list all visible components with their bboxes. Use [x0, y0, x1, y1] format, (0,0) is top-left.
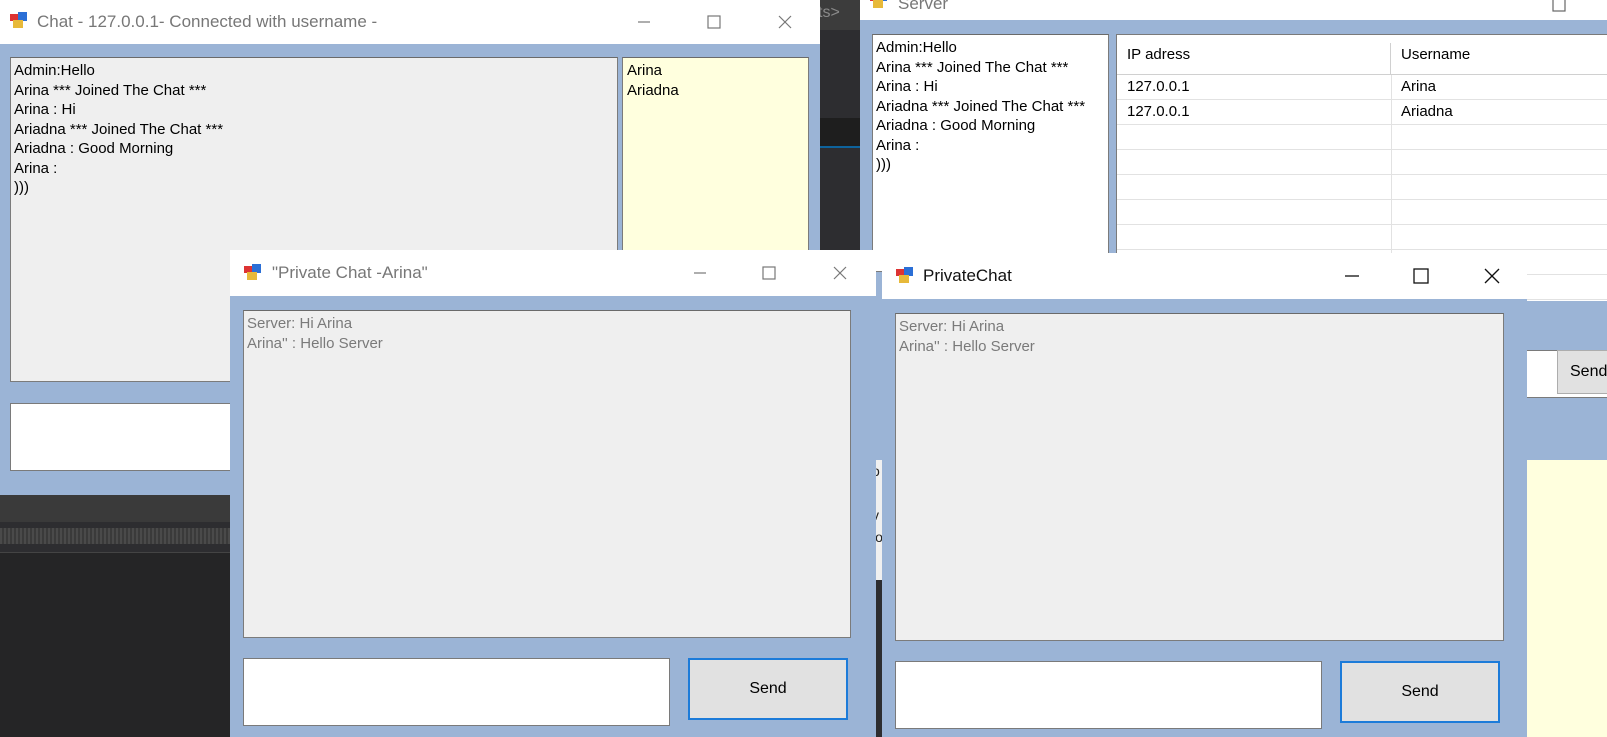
grid-cell-username[interactable]: Arina — [1391, 75, 1607, 99]
chat-titlebar: Chat - 127.0.0.1- Connected with usernam… — [0, 0, 820, 44]
private-chat-arina-titlebar: "Private Chat -Arina" — [230, 250, 876, 296]
grid-cell-username[interactable]: Ariadna — [1391, 100, 1607, 124]
send-label: Send — [749, 680, 787, 697]
private-chat-send-button[interactable]: Send — [1340, 661, 1500, 723]
maximize-icon[interactable] — [691, 0, 737, 44]
private-chat-log[interactable]: Server: Hi Arina Arina'' : Hello Server — [243, 310, 851, 638]
private-chat-log[interactable]: Server: Hi Arina Arina'' : Hello Server — [895, 313, 1504, 641]
private-chat-titlebar: PrivateChat — [882, 253, 1527, 299]
close-icon[interactable] — [762, 0, 808, 44]
log-line: Arina *** Joined The Chat *** — [14, 81, 207, 99]
send-label: Send — [1401, 683, 1439, 700]
user-list[interactable]: Arina Ariadna — [622, 57, 809, 257]
chat-title: Chat - 127.0.0.1- Connected with usernam… — [37, 12, 378, 31]
grid-cell-ip[interactable]: 127.0.0.1 — [1117, 100, 1391, 124]
log-line: Arina'' : Hello Server — [247, 334, 383, 352]
private-chat-window: PrivateChat Server: Hi Arina Arina'' : H… — [882, 253, 1527, 737]
grid-header-ip[interactable]: IP adress — [1117, 43, 1391, 75]
log-line: Arina : — [14, 159, 58, 177]
user-list-item[interactable]: Ariadna — [627, 81, 805, 101]
log-line: ))) — [14, 179, 29, 196]
log-line: Ariadna : Good Morning — [876, 117, 1036, 134]
ide-dotted-strip — [0, 528, 240, 544]
server-send-label: Send — [1570, 363, 1607, 380]
server-log[interactable]: Admin:Hello Arina *** Joined The Chat **… — [872, 34, 1109, 272]
minimize-icon[interactable] — [621, 0, 667, 44]
private-chat-title: PrivateChat — [923, 266, 1012, 285]
log-line: Arina *** Joined The Chat *** — [876, 58, 1069, 76]
log-line: Arina : Hi — [14, 101, 76, 118]
close-icon[interactable] — [817, 250, 863, 296]
app-icon — [244, 264, 262, 280]
app-icon — [870, 0, 888, 8]
server-lower-panel — [1520, 460, 1607, 737]
private-chat-message-input[interactable] — [895, 661, 1322, 729]
log-line: Server: Hi Arina — [247, 315, 353, 332]
private-chat-arina-title: "Private Chat -Arina" — [272, 263, 428, 282]
log-line: Admin:Hello — [876, 39, 957, 56]
server-title: Server — [898, 0, 949, 13]
server-send-button[interactable]: Send — [1557, 350, 1607, 394]
log-line: Ariadna : Good Morning — [14, 140, 174, 157]
log-line: Ariadna *** Joined The Chat *** — [14, 120, 224, 138]
private-chat-arina-window: "Private Chat -Arina" Server: Hi Arina A… — [230, 250, 876, 737]
minimize-icon[interactable] — [1329, 253, 1375, 299]
log-line: Ariadna *** Joined The Chat *** — [876, 97, 1086, 115]
user-list-item[interactable]: Arina — [627, 61, 805, 81]
log-line: Arina : — [876, 136, 920, 154]
server-titlebar: Server — [860, 0, 1607, 20]
log-line: Admin:Hello — [14, 62, 95, 79]
chat-message-input[interactable] — [10, 403, 250, 471]
maximize-icon[interactable] — [1398, 253, 1444, 299]
app-icon — [896, 267, 914, 283]
ide-panel — [0, 552, 240, 737]
grid-header-username[interactable]: Username — [1391, 43, 1607, 75]
log-line: Server: Hi Arina — [899, 318, 1005, 335]
maximize-icon[interactable] — [746, 250, 792, 296]
minimize-icon[interactable] — [677, 250, 723, 296]
log-line: Arina'' : Hello Server — [899, 337, 1035, 355]
private-chat-send-button[interactable]: Send — [688, 658, 848, 720]
app-icon — [10, 12, 28, 28]
grid-cell-ip[interactable]: 127.0.0.1 — [1117, 75, 1391, 99]
log-line: ))) — [876, 156, 891, 173]
maximize-icon[interactable] — [1536, 0, 1582, 20]
log-line: Arina : Hi — [876, 78, 938, 95]
private-chat-message-input[interactable] — [243, 658, 670, 726]
close-icon[interactable] — [1469, 253, 1515, 299]
